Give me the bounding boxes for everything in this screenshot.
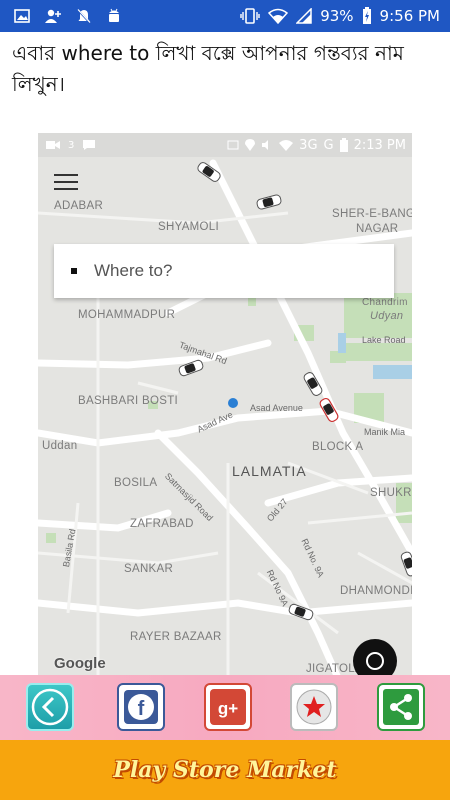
wifi-icon <box>268 8 289 24</box>
back-arrow-icon <box>31 688 69 726</box>
map-label: Uddan <box>42 440 78 452</box>
cast-icon <box>227 140 239 150</box>
map-label: LALMATIA <box>232 463 307 479</box>
footer-title: Play Store Market <box>113 757 337 783</box>
battery-charging-icon <box>362 7 371 24</box>
location-icon <box>245 139 256 151</box>
network-type-2: G <box>323 137 334 153</box>
add-user-icon <box>45 9 61 23</box>
battery-percent: 93% <box>320 7 354 25</box>
footer-banner[interactable]: Play Store Market <box>0 740 450 800</box>
notification-icons <box>0 8 122 24</box>
vibrate-icon <box>240 8 260 24</box>
map-label: Chandrim <box>362 297 408 308</box>
phone-battery-icon <box>339 138 348 152</box>
share-bar: f g+ <box>0 675 450 740</box>
map-label: BOSILA <box>114 477 158 489</box>
signal-icon <box>296 8 312 24</box>
uber-map-screenshot: 3 3G G 2:13 PM ADABAR SHYAMOLI SHER-E-BA… <box>38 133 412 678</box>
where-to-placeholder: Where to? <box>94 261 173 280</box>
google-logo: Google <box>54 655 106 672</box>
share-button[interactable] <box>377 683 425 731</box>
mute-icon <box>262 140 269 150</box>
map-label: NAGAR <box>356 223 399 235</box>
locate-me-button[interactable] <box>353 639 397 678</box>
facebook-button[interactable]: f <box>117 683 165 731</box>
system-tray: 93% 9:56 PM <box>240 0 440 32</box>
back-button[interactable] <box>26 683 74 731</box>
star-icon <box>296 689 332 725</box>
map-label: ADABAR <box>54 200 104 212</box>
image-icon <box>14 9 30 23</box>
notifications-off-icon <box>77 9 91 24</box>
wifi-small-icon <box>279 140 294 151</box>
map-label: MOHAMMADPUR <box>78 309 176 321</box>
data-badge: 3 <box>68 139 75 151</box>
map-label: ZAFRABAD <box>130 518 194 530</box>
android-icon <box>109 8 119 22</box>
map-label: Asad Avenue <box>250 403 303 413</box>
svg-text:g+: g+ <box>218 699 238 718</box>
instruction-text: এবার where to লিখা বক্সে আপনার গন্তব্যর … <box>12 41 404 96</box>
map-label: DHANMONDI <box>340 585 412 597</box>
map-label: SHUKR <box>370 487 412 499</box>
google-plus-button[interactable]: g+ <box>204 683 252 731</box>
map-label: Lake Road <box>362 335 406 345</box>
map-label: Udyan <box>370 310 404 322</box>
destination-marker-icon <box>71 268 77 274</box>
share-icon <box>383 689 419 725</box>
phone-clock: 2:13 PM <box>353 137 406 153</box>
menu-icon[interactable] <box>54 174 78 192</box>
where-to-search[interactable]: Where to? <box>54 244 394 298</box>
map-label: SHYAMOLI <box>158 221 219 233</box>
map-label: RAYER BAZAAR <box>130 631 222 643</box>
map-label: BLOCK A <box>312 441 364 453</box>
locate-icon <box>366 652 384 670</box>
phone-status-bar: 3 3G G 2:13 PM <box>38 133 412 157</box>
map-label: Manik Mia <box>364 427 406 437</box>
svg-text:f: f <box>138 698 145 720</box>
message-icon <box>83 140 96 150</box>
network-type: 3G <box>299 137 318 153</box>
favorite-button[interactable] <box>290 683 338 731</box>
status-bar: 93% 9:56 PM <box>0 0 450 32</box>
map-label: SANKAR <box>124 563 174 575</box>
map-label: BASHBARI BOSTI <box>78 395 179 407</box>
clock: 9:56 PM <box>379 7 440 25</box>
facebook-icon: f <box>124 690 158 724</box>
map-label: SHER-E-BANGL <box>332 208 412 220</box>
video-icon <box>46 141 60 149</box>
google-plus-icon: g+ <box>210 689 246 725</box>
